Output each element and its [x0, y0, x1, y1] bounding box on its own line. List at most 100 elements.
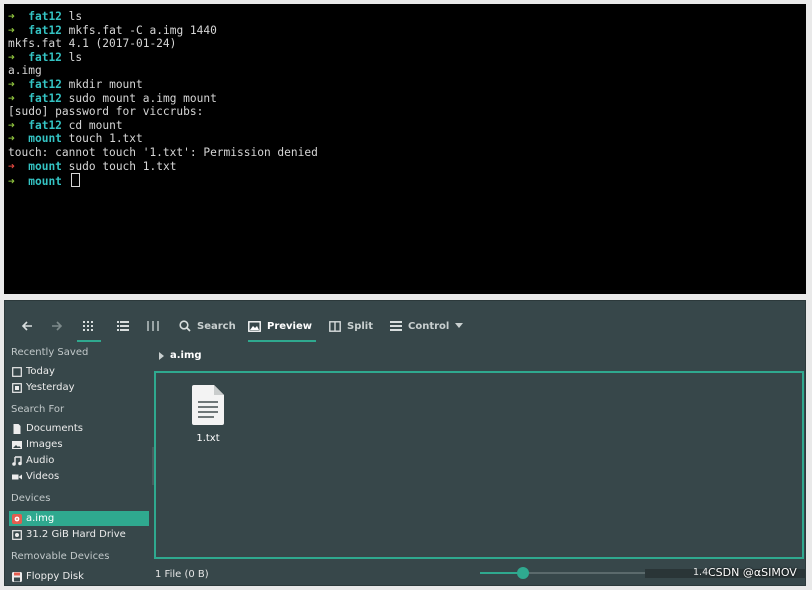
prompt-arrow-icon: ➜ — [8, 118, 15, 132]
split-label: Split — [347, 320, 373, 332]
terminal-line: ➜ fat12 ls — [8, 10, 806, 24]
sidebar-item-audio[interactable]: Audio — [9, 453, 149, 468]
split-view-icon — [329, 320, 341, 332]
file-item[interactable]: 1.txt — [186, 385, 230, 444]
sidebar-item-label: Videos — [26, 471, 60, 482]
terminal-command: sudo mount a.img mount — [68, 91, 217, 105]
calendar-icon — [12, 382, 22, 393]
control-menu-button[interactable]: Control — [390, 315, 464, 337]
status-count: 1 File (0 B) — [155, 569, 209, 580]
zoom-slider[interactable] — [480, 567, 650, 579]
prompt-arrow-icon: ➜ — [8, 159, 15, 173]
sidebar-item-label: Documents — [26, 423, 84, 434]
document-icon — [13, 423, 21, 434]
grid-view-icon — [83, 321, 93, 331]
list-view-icon — [117, 321, 129, 331]
sidebar-item-label: Yesterday — [26, 382, 75, 393]
breadcrumb: a.img — [159, 350, 202, 361]
watermark: CSDN @αSIMOV — [708, 566, 797, 579]
terminal-command: ls — [68, 50, 83, 64]
prompt-arrow-icon: ➜ — [8, 77, 15, 91]
terminal-line: mkfs.fat 4.1 (2017-01-24) — [8, 37, 806, 51]
terminal-line: [sudo] password for viccrubs: — [8, 105, 806, 119]
prompt-directory: mount — [28, 132, 62, 146]
back-arrow-icon — [21, 321, 32, 331]
terminal-window[interactable]: ➜ fat12 ls ➜ fat12 mkfs.fat -C a.img 1440… — [4, 4, 806, 294]
sidebar-item-images[interactable]: Images — [9, 437, 149, 452]
file-name: 1.txt — [196, 433, 220, 444]
menu-icon — [390, 321, 402, 331]
sidebar-item-a-img[interactable]: a.img — [9, 511, 149, 526]
zoom-slider-handle[interactable] — [516, 567, 529, 579]
prompt-directory: fat12 — [28, 118, 62, 132]
terminal-line: ➜ mount touch 1.txt — [8, 132, 806, 146]
sidebar-item-label: Floppy Disk — [26, 571, 84, 582]
file-view[interactable]: 1.txt — [154, 371, 804, 559]
terminal-line: ➜ fat12 ls — [8, 51, 806, 65]
terminal-line: ➜ mount sudo touch 1.txt — [8, 160, 806, 174]
chevron-right-icon — [159, 351, 164, 360]
image-icon — [12, 440, 22, 449]
list-view-button[interactable] — [117, 315, 129, 337]
prompt-arrow-icon: ➜ — [8, 91, 15, 105]
sidebar-item-label: 31.2 GiB Hard Drive — [26, 529, 126, 540]
sidebar-item-floppy-disk[interactable]: Floppy Disk — [9, 569, 149, 584]
sidebar-item-label: Images — [26, 439, 63, 450]
terminal-line: ➜ fat12 mkdir mount — [8, 78, 806, 92]
chevron-down-icon — [455, 323, 464, 328]
devices-header: Devices — [11, 493, 51, 504]
preview-label: Preview — [267, 320, 313, 332]
recently-saved-header: Recently Saved — [11, 347, 89, 358]
sidebar-item-label: Today — [26, 366, 55, 377]
search-for-header: Search For — [11, 404, 65, 415]
terminal-line: ➜ fat12 sudo mount a.img mount — [8, 92, 806, 106]
prompt-arrow-icon: ➜ — [8, 10, 15, 23]
column-view-button[interactable] — [147, 315, 159, 337]
preview-button[interactable]: Preview — [248, 315, 317, 342]
file-manager-window: Search Preview Split Control Recently Sa… — [4, 300, 806, 586]
terminal-command: touch 1.txt — [68, 132, 143, 146]
prompt-arrow-icon: ➜ — [8, 50, 15, 64]
removable-devices-header: Removable Devices — [11, 551, 110, 562]
sidebar-item-yesterday[interactable]: Yesterday — [9, 380, 149, 395]
hard-drive-icon — [12, 529, 22, 540]
sidebar-item-documents[interactable]: Documents — [9, 421, 149, 436]
places-sidebar: Recently Saved Today Yesterday Search Fo… — [5, 347, 151, 587]
free-space-text: 1.4 — [693, 567, 709, 578]
image-preview-icon — [248, 320, 261, 332]
column-view-icon — [147, 321, 159, 331]
sidebar-item-hard-drive[interactable]: 31.2 GiB Hard Drive — [9, 527, 149, 542]
forward-arrow-icon — [52, 321, 63, 331]
terminal-command: mkdir mount — [68, 77, 143, 91]
disk-image-icon — [12, 513, 22, 524]
prompt-directory: fat12 — [28, 91, 62, 105]
terminal-command: ls — [68, 10, 83, 23]
terminal-command: mkfs.fat -C a.img 1440 — [68, 23, 217, 37]
prompt-directory: fat12 — [28, 77, 62, 91]
prompt-directory: mount — [28, 159, 62, 173]
terminal-line: ➜ fat12 cd mount — [8, 119, 806, 133]
sidebar-item-videos[interactable]: Videos — [9, 469, 149, 484]
icon-view-button[interactable] — [77, 315, 101, 342]
breadcrumb-current[interactable]: a.img — [170, 350, 202, 361]
terminal-output: [sudo] password for viccrubs: — [8, 105, 204, 119]
prompt-arrow-icon: ➜ — [8, 175, 15, 189]
split-button[interactable]: Split — [329, 315, 373, 337]
terminal-output: a.img — [8, 64, 42, 78]
prompt-directory: fat12 — [28, 50, 62, 64]
sidebar-item-label: a.img — [26, 513, 55, 524]
sidebar-item-today[interactable]: Today — [9, 364, 149, 379]
terminal-line: a.img — [8, 64, 806, 78]
terminal-output: mkfs.fat 4.1 (2017-01-24) — [8, 37, 177, 51]
prompt-directory: fat12 — [28, 23, 62, 37]
toolbar: Search Preview Split Control — [5, 301, 805, 347]
back-button[interactable] — [21, 315, 33, 337]
forward-button[interactable] — [51, 315, 63, 337]
calendar-icon — [12, 366, 22, 377]
terminal-output: touch: cannot touch '1.txt': Permission … — [8, 145, 318, 159]
terminal-command: sudo touch 1.txt — [68, 159, 177, 173]
prompt-arrow-icon: ➜ — [8, 132, 15, 146]
search-button[interactable]: Search — [179, 315, 236, 337]
prompt-arrow-icon: ➜ — [8, 23, 15, 37]
terminal-cursor — [70, 173, 80, 188]
